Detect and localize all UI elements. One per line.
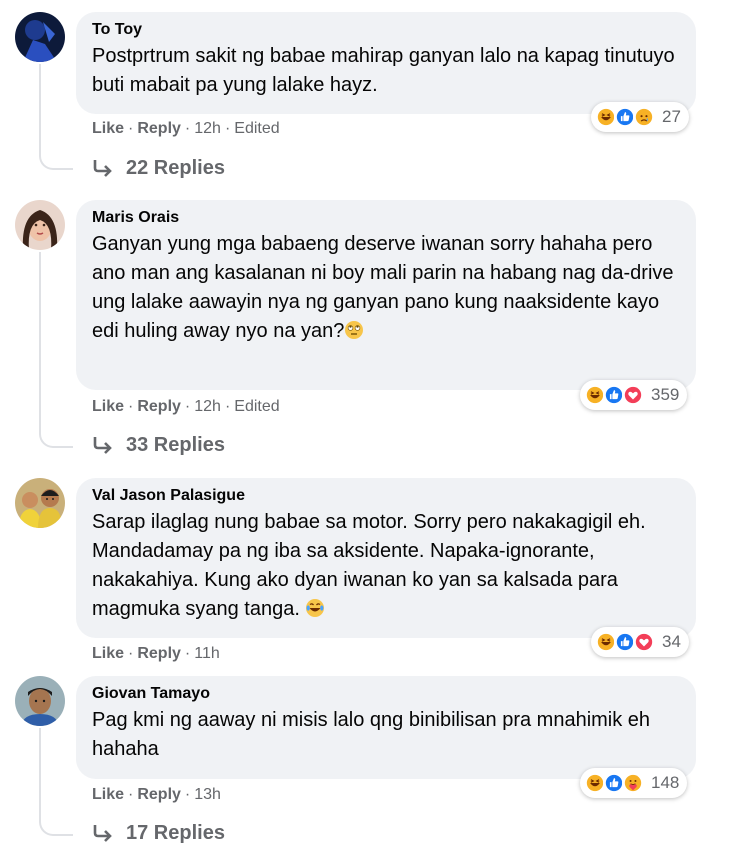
avatar[interactable] [15,676,65,726]
avatar[interactable] [15,478,65,528]
reply-button[interactable]: Reply [137,645,181,662]
reply-arrow-icon [93,160,112,177]
thread-connector [39,816,73,836]
timestamp[interactable]: 12h [194,398,221,415]
reaction-count: 148 [651,773,680,792]
comment-text: Sarap ilaglag nung babae sa motor. Sorry… [92,511,646,620]
thread-connector [39,150,73,170]
like-button[interactable]: Like [92,786,124,803]
view-replies-button[interactable]: 17 Replies [92,820,225,846]
comment-bubble: To Toy Postprtrum sakit ng babae mahirap… [76,12,696,114]
love-reaction-icon [622,384,644,406]
replies-label: 33 Replies [126,434,225,456]
edited-label: Edited [234,120,280,137]
edited-label: Edited [234,398,280,415]
reply-button[interactable]: Reply [137,120,181,137]
comment-actions: Like · Reply · 11h [92,645,220,662]
comment-text: Pag kmi ng aaway ni misis lalo qng binib… [92,709,651,760]
view-replies-button[interactable]: 33 Replies [92,432,225,458]
thread-connector [39,428,73,448]
sad-reaction-icon [633,106,655,128]
reaction-summary[interactable]: 34 [591,627,689,657]
author-name[interactable]: To Toy [92,20,680,40]
replies-label: 17 Replies [126,822,225,844]
comment-actions: Like · Reply · 13h [92,786,221,803]
comment-bubble: Maris Orais Ganyan yung mga babaeng dese… [76,200,696,390]
avatar[interactable] [15,12,65,62]
reaction-summary[interactable]: 359 [580,380,688,410]
comment-bubble: Giovan Tamayo Pag kmi ng aaway ni misis … [76,676,696,779]
tears-of-joy-emoji-icon [306,599,325,617]
comment-actions: Like · Reply · 12h · Edited [92,398,280,415]
love-reaction-icon [633,631,655,653]
care-reaction-icon [622,772,644,794]
thread-line [39,64,41,150]
timestamp[interactable]: 12h [194,120,221,137]
timestamp[interactable]: 13h [194,786,221,803]
author-name[interactable]: Giovan Tamayo [92,684,680,704]
replies-label: 22 Replies [126,157,225,179]
timestamp[interactable]: 11h [194,645,220,662]
like-button[interactable]: Like [92,645,124,662]
reaction-count: 27 [662,107,681,126]
comment-text: Postprtrum sakit ng babae mahirap ganyan… [92,45,675,96]
reply-arrow-icon [93,437,112,454]
view-replies-button[interactable]: 22 Replies [92,155,225,181]
comment-actions: Like · Reply · 12h · Edited [92,120,280,137]
comment-bubble: Val Jason Palasigue Sarap ilaglag nung b… [76,478,696,638]
thread-line [39,252,41,428]
thread-line [39,728,41,816]
reaction-count: 34 [662,632,681,651]
author-name[interactable]: Val Jason Palasigue [92,486,680,506]
author-name[interactable]: Maris Orais [92,208,680,228]
reaction-summary[interactable]: 27 [591,102,689,132]
avatar[interactable] [15,200,65,250]
eye-roll-emoji-icon [345,321,364,339]
comment-text: Ganyan yung mga babaeng deserve iwanan s… [92,233,674,342]
reply-button[interactable]: Reply [137,786,181,803]
reply-arrow-icon [93,825,112,842]
like-button[interactable]: Like [92,120,124,137]
like-button[interactable]: Like [92,398,124,415]
reaction-summary[interactable]: 148 [580,768,688,798]
reply-button[interactable]: Reply [137,398,181,415]
reaction-count: 359 [651,385,680,404]
